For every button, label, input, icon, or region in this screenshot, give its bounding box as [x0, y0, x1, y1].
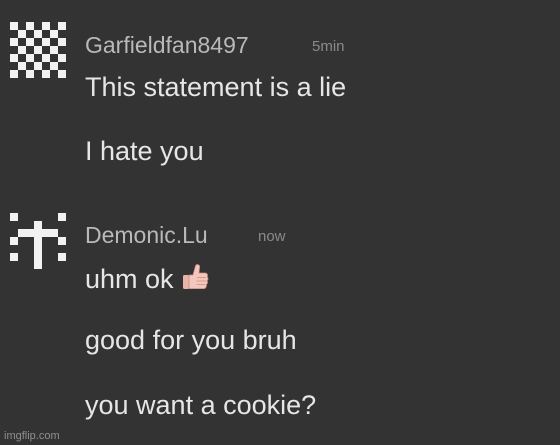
message-text: I hate you: [85, 136, 204, 166]
timestamp: 5min: [312, 38, 345, 55]
message-text: good for you bruh: [85, 325, 297, 355]
checkered-pixel-avatar-icon[interactable]: [10, 22, 66, 78]
username[interactable]: Garfieldfan8497: [85, 32, 249, 59]
message-text: you want a cookie?: [85, 390, 317, 420]
cross-pixel-avatar-icon[interactable]: [10, 213, 66, 269]
message-line: uhm ok: [85, 262, 210, 295]
message-text: uhm ok: [85, 264, 174, 294]
username[interactable]: Demonic.Lu: [85, 222, 208, 249]
message-text: This statement is a lie: [85, 72, 347, 102]
imgflip-watermark: imgflip.com: [4, 430, 60, 442]
timestamp: now: [258, 228, 286, 245]
thumbs-up-icon: [180, 262, 210, 292]
